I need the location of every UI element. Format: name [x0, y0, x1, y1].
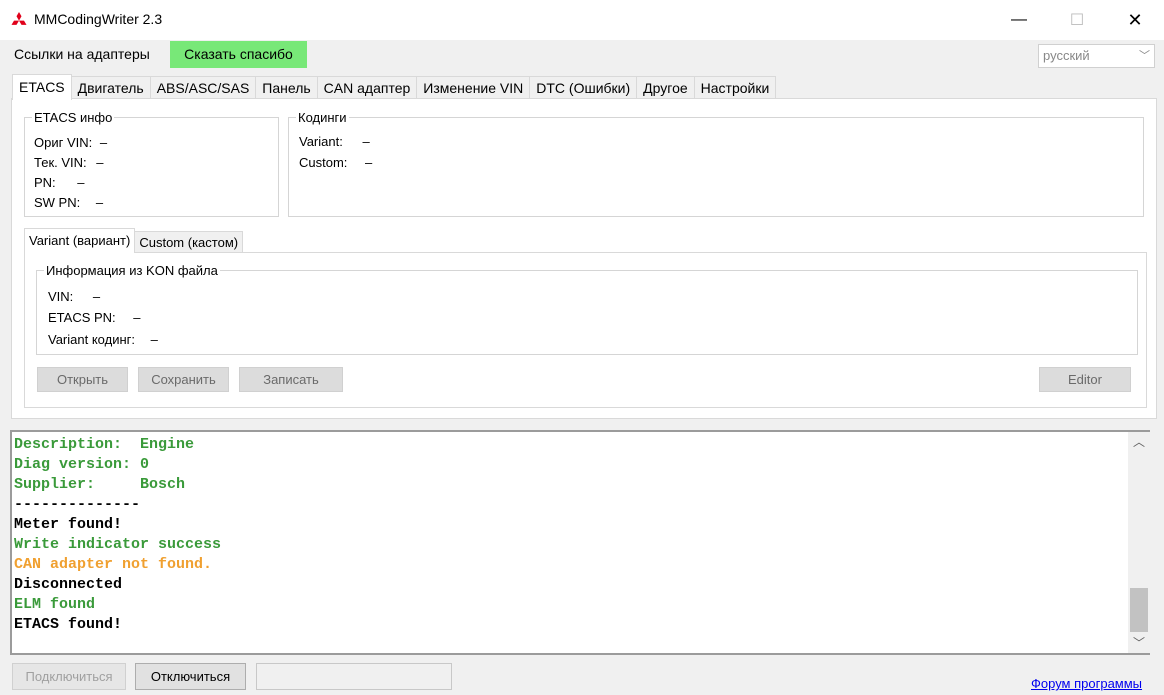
- window-title: MMCodingWriter 2.3: [34, 11, 163, 27]
- log-line: ELM found: [14, 596, 96, 613]
- cur-vin-label: Тек. VIN:: [34, 155, 87, 170]
- minimize-button[interactable]: —: [996, 0, 1042, 40]
- kon-info-legend: Информация из KON файла: [46, 263, 218, 278]
- log-line: Supplier: Bosch: [14, 476, 186, 493]
- log-line: CAN adapter not found.: [14, 556, 213, 573]
- custom-value: –: [365, 155, 373, 170]
- swpn-label: SW PN:: [34, 195, 81, 210]
- codings-group: Кодинги: [288, 110, 1144, 217]
- cur-vin-value: –: [96, 155, 104, 170]
- custom-row: Custom: –: [299, 155, 372, 170]
- log-line: Description: Engine: [14, 436, 195, 453]
- orig-vin-row: Ориг VIN: –: [34, 135, 107, 150]
- log-lines: Description: Engine Diag version: 0 Suppli…: [14, 435, 221, 635]
- scroll-thumb[interactable]: [1130, 588, 1148, 632]
- variant-row: Variant: –: [299, 134, 370, 149]
- log-line: Write indicator success: [14, 536, 222, 553]
- tab-etacs[interactable]: ETACS: [12, 74, 72, 100]
- orig-vin-value: –: [99, 135, 108, 150]
- kon-etacs-pn-label: ETACS PN:: [48, 310, 116, 325]
- kon-vin-value: –: [92, 289, 101, 304]
- tab-engine[interactable]: Двигатель: [71, 76, 151, 99]
- kon-info-group: Информация из KON файла: [36, 263, 1138, 355]
- tab-panel[interactable]: Панель: [256, 76, 318, 99]
- tab-custom[interactable]: Custom (кастом): [135, 231, 244, 253]
- disconnect-button[interactable]: Отключиться: [135, 663, 246, 690]
- editor-button[interactable]: Editor: [1039, 367, 1131, 392]
- swpn-row: SW PN: –: [34, 195, 103, 210]
- status-field: [256, 663, 452, 690]
- kon-variant-coding-value: –: [150, 332, 158, 347]
- scroll-down-icon[interactable]: ﹀: [1128, 633, 1150, 653]
- tab-abs[interactable]: ABS/ASC/SAS: [150, 76, 257, 99]
- log-output[interactable]: Description: Engine Diag version: 0 Suppli…: [10, 430, 1150, 655]
- tab-change-vin[interactable]: Изменение VIN: [417, 76, 531, 99]
- title-bar: [0, 0, 1164, 40]
- write-button[interactable]: Записать: [239, 367, 343, 392]
- tab-dtc[interactable]: DTC (Ошибки): [530, 76, 638, 99]
- kon-etacs-pn-value: –: [133, 310, 141, 325]
- log-line: Disconnected: [14, 576, 123, 593]
- language-value: русский: [1043, 48, 1090, 63]
- coding-sub-tabs: Variant (вариант) Custom (кастом): [24, 228, 244, 253]
- codings-legend: Кодинги: [298, 110, 347, 125]
- log-line: --------------: [14, 496, 141, 513]
- pn-label: PN:: [34, 175, 56, 190]
- kon-variant-coding-label: Variant кодинг:: [48, 332, 135, 347]
- pn-row: PN: –: [34, 175, 85, 190]
- scroll-up-icon[interactable]: ︿: [1128, 432, 1150, 452]
- cur-vin-row: Тек. VIN: –: [34, 155, 104, 170]
- kon-vin-row: VIN: –: [48, 289, 100, 304]
- kon-variant-coding-row: Variant кодинг: –: [48, 332, 158, 347]
- log-line: Meter found!: [14, 516, 123, 533]
- main-tabs: ETACS Двигатель ABS/ASC/SAS Панель CAN а…: [12, 74, 777, 100]
- open-button[interactable]: Открыть: [37, 367, 128, 392]
- kon-vin-label: VIN:: [48, 289, 74, 304]
- chevron-down-icon: ﹀: [1139, 50, 1150, 62]
- tab-settings[interactable]: Настройки: [694, 76, 777, 99]
- maximize-button[interactable]: ☐: [1054, 0, 1100, 40]
- log-line: Diag version: 0: [14, 456, 150, 473]
- kon-etacs-pn-row: ETACS PN: –: [48, 310, 141, 325]
- swpn-value: –: [95, 195, 104, 210]
- close-button[interactable]: ✕: [1112, 0, 1158, 40]
- pn-value: –: [77, 175, 85, 190]
- log-scrollbar[interactable]: ︿ ﹀: [1128, 432, 1150, 653]
- orig-vin-label: Ориг VIN:: [34, 135, 93, 150]
- tab-other[interactable]: Другое: [637, 76, 695, 99]
- connect-button[interactable]: Подключиться: [12, 663, 126, 690]
- tab-can-adapter[interactable]: CAN адаптер: [317, 76, 418, 99]
- adapter-links-menu[interactable]: Ссылки на адаптеры: [6, 41, 158, 68]
- custom-label: Custom:: [299, 155, 348, 170]
- variant-value: –: [362, 134, 370, 149]
- tab-variant[interactable]: Variant (вариант): [24, 228, 136, 253]
- say-thanks-button[interactable]: Сказать спасибо: [170, 41, 307, 68]
- etacs-info-legend: ETACS инфо: [34, 110, 113, 125]
- save-button[interactable]: Сохранить: [138, 367, 229, 392]
- mitsubishi-logo-icon: [11, 12, 27, 25]
- language-select[interactable]: русский ﹀: [1038, 44, 1155, 68]
- forum-link[interactable]: Форум программы: [1031, 676, 1142, 691]
- log-line: ETACS found!: [14, 616, 123, 633]
- variant-label: Variant:: [299, 134, 343, 149]
